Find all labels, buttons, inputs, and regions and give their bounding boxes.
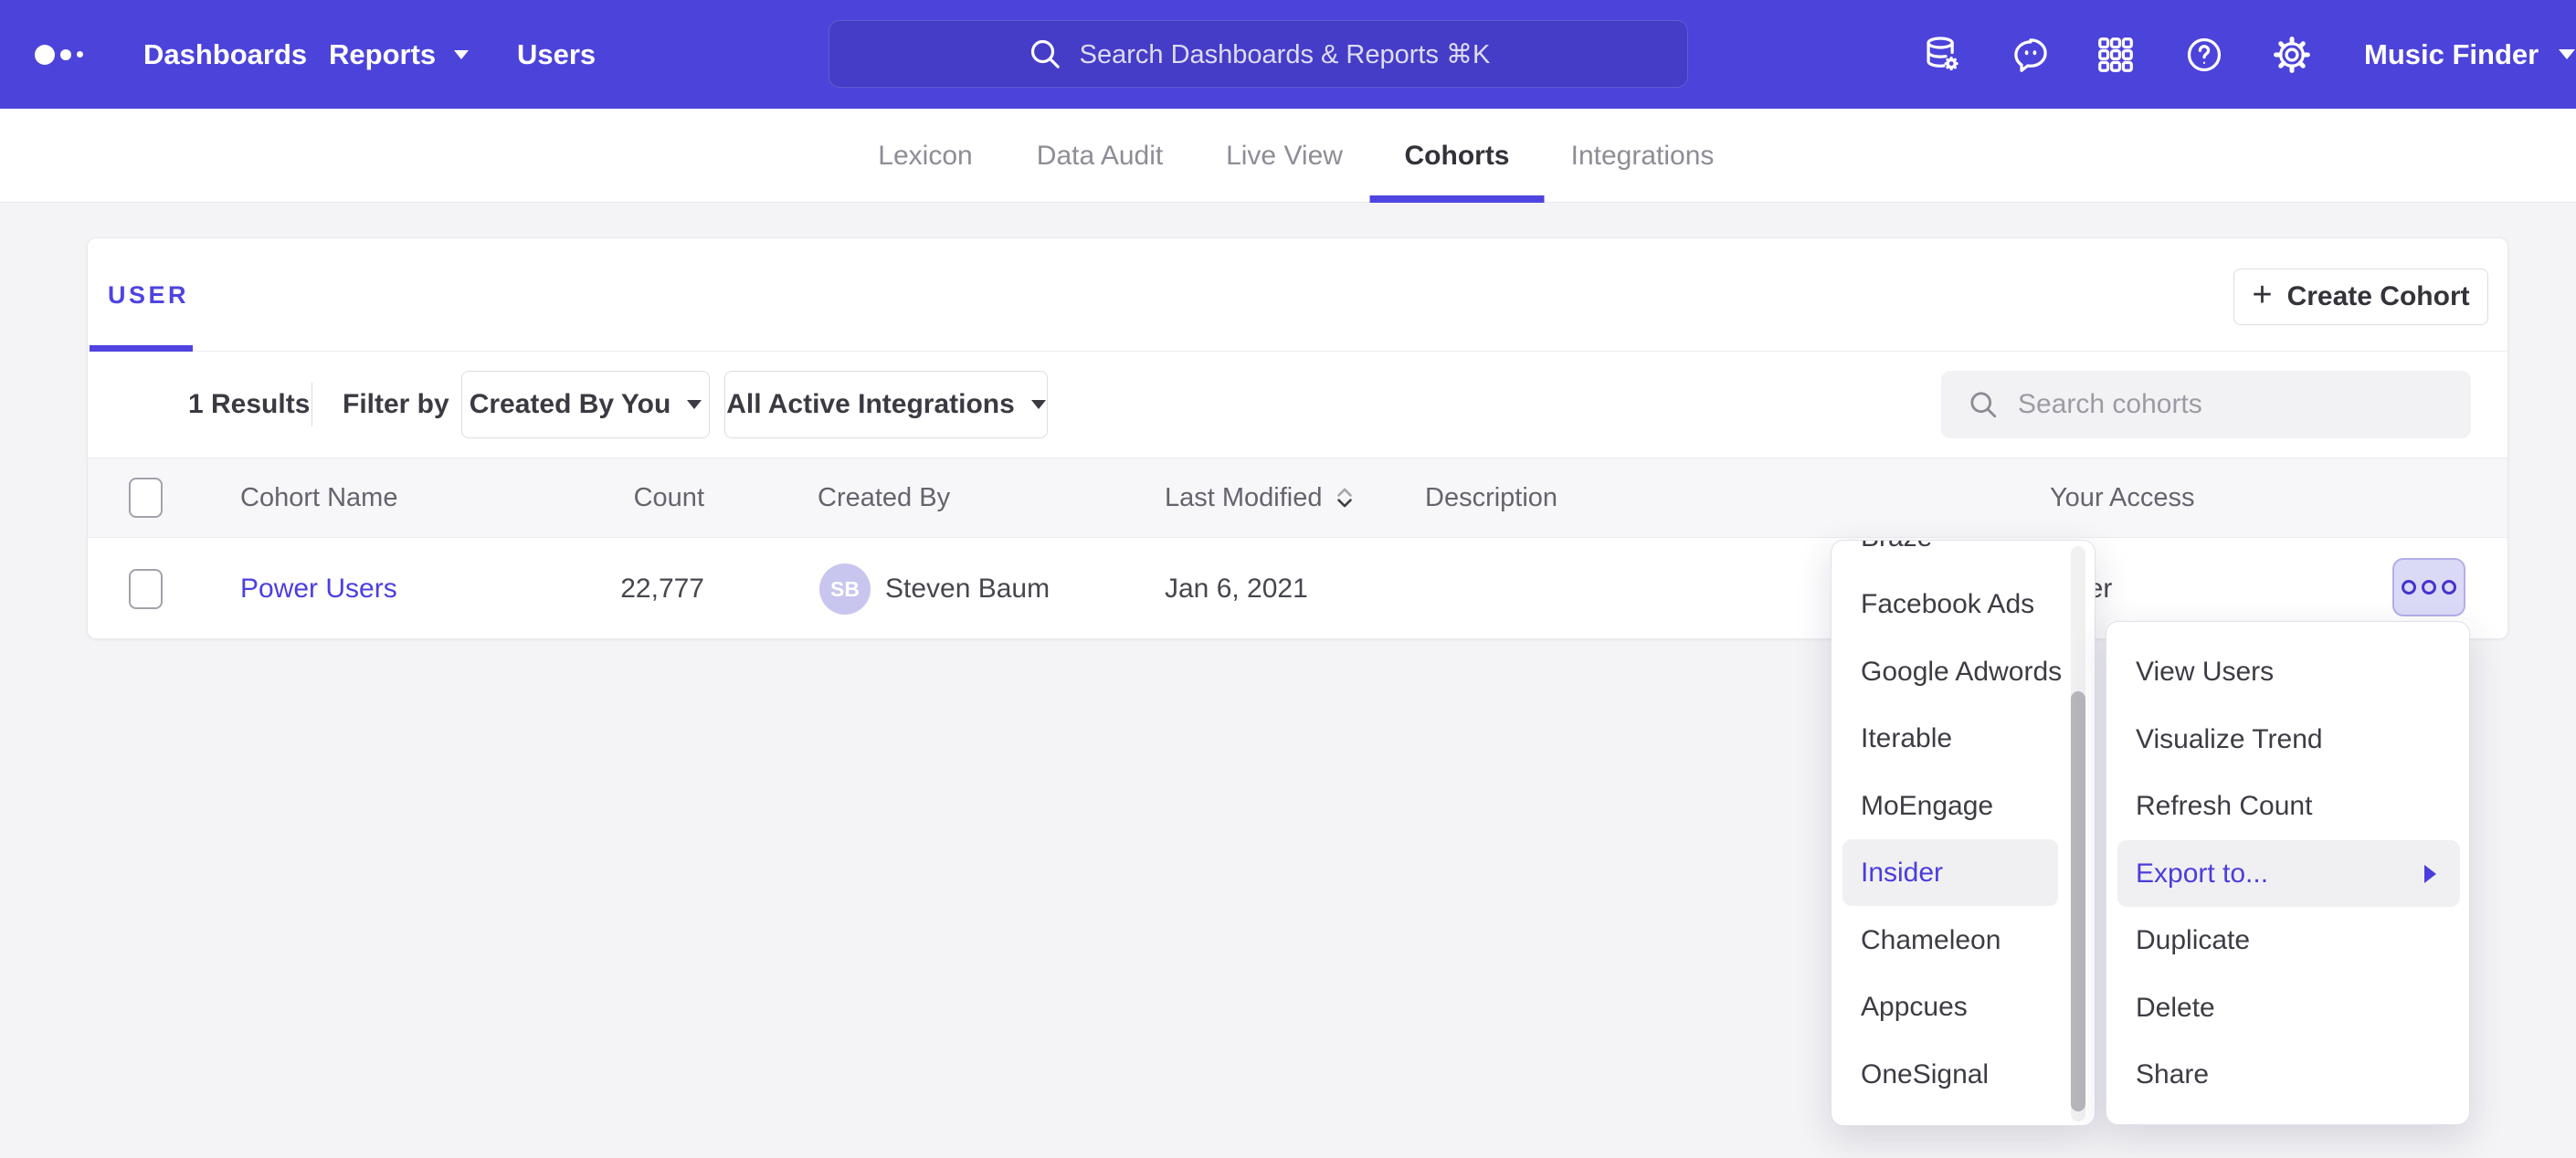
tab-label: USER xyxy=(108,281,189,310)
avatar: SB xyxy=(819,563,871,615)
menu-item-moengage[interactable]: MoEngage xyxy=(1832,773,2095,839)
dot-icon xyxy=(2442,580,2456,595)
results-count: 1 Results xyxy=(188,352,310,458)
cohort-search-input[interactable] xyxy=(1941,371,2471,438)
dot-icon xyxy=(2402,580,2416,595)
tab-lexicon[interactable]: Lexicon xyxy=(878,109,972,203)
feedback-icon[interactable] xyxy=(2010,34,2052,76)
select-all-checkbox[interactable] xyxy=(129,478,163,518)
divider xyxy=(311,383,312,426)
tab-label: Live View xyxy=(1226,141,1343,172)
menu-item-onesignal[interactable]: OneSignal xyxy=(1832,1041,2095,1108)
filter-created-by-dropdown[interactable]: Created By You xyxy=(461,371,710,438)
section-tab-bar: Lexicon Data Audit Live View Cohorts Int… xyxy=(0,109,2576,203)
dot-icon xyxy=(2422,580,2436,595)
active-tab-underline xyxy=(90,345,193,352)
menu-item-refresh-count[interactable]: Refresh Count xyxy=(2106,773,2469,839)
menu-item-braze[interactable]: Braze xyxy=(1832,540,2095,571)
menu-item-share[interactable]: Share xyxy=(2106,1041,2469,1108)
global-search-button[interactable]: Search Dashboards & Reports ⌘K xyxy=(829,20,1688,88)
menu-item-duplicate[interactable]: Duplicate xyxy=(2106,907,2469,974)
nav-item-dashboards[interactable]: Dashboards xyxy=(143,0,307,109)
data-settings-icon[interactable] xyxy=(1921,34,1963,76)
cohort-search-box xyxy=(1941,371,2471,438)
nav-item-label: Users xyxy=(517,38,596,71)
app-root: Dashboards Reports Users Search Dashboar… xyxy=(0,0,2576,1158)
submenu-arrow-icon xyxy=(2424,865,2436,883)
tab-label: Lexicon xyxy=(878,141,972,172)
created-by-name: Steven Baum xyxy=(885,538,1050,639)
logo-dot-large xyxy=(35,45,55,65)
tab-label: Data Audit xyxy=(1037,141,1163,172)
chevron-down-icon xyxy=(2559,49,2575,59)
filter-integrations-dropdown[interactable]: All Active Integrations xyxy=(724,371,1048,438)
button-label: Create Cohort xyxy=(2287,281,2470,312)
chevron-down-icon xyxy=(454,50,469,59)
tab-label: Cohorts xyxy=(1405,141,1510,172)
menu-item-facebook-ads[interactable]: Facebook Ads xyxy=(1832,571,2095,637)
plus-icon: + xyxy=(2252,278,2272,312)
menu-item-insider[interactable]: Insider xyxy=(1842,839,2058,906)
create-cohort-button[interactable]: + Create Cohort xyxy=(2233,268,2488,325)
cohort-name-link[interactable]: Power Users xyxy=(240,574,397,605)
top-nav-bar: Dashboards Reports Users Search Dashboar… xyxy=(0,0,2576,109)
menu-item-chameleon[interactable]: Chameleon xyxy=(1832,907,2095,974)
settings-gear-icon[interactable] xyxy=(2271,34,2313,76)
menu-item-export-to[interactable]: Export to... xyxy=(2117,840,2460,907)
cohort-count: 22,777 xyxy=(549,538,704,639)
export-destinations-submenu: Braze Facebook Ads Google Adwords Iterab… xyxy=(1831,540,2096,1126)
filter-by-label: Filter by xyxy=(343,352,449,458)
menu-item-delete[interactable]: Delete xyxy=(2106,974,2469,1041)
cohorts-panel: USER + Create Cohort 1 Results Filter by… xyxy=(87,237,2508,639)
menu-item-appcues[interactable]: Appcues xyxy=(1832,974,2095,1040)
column-header-count[interactable]: Count xyxy=(549,458,704,537)
mixpanel-logo-icon[interactable] xyxy=(35,0,83,109)
column-header-created-by[interactable]: Created By xyxy=(818,458,950,537)
search-icon xyxy=(1967,388,2000,421)
search-icon xyxy=(1027,36,1063,72)
chevron-down-icon xyxy=(1031,400,1046,409)
column-header-cohort-name[interactable]: Cohort Name xyxy=(240,458,397,537)
nav-item-reports[interactable]: Reports xyxy=(329,0,469,109)
project-selector[interactable]: Music Finder xyxy=(2364,0,2575,109)
menu-item-visualize-trend[interactable]: Visualize Trend xyxy=(2106,706,2469,773)
help-icon[interactable] xyxy=(2183,34,2225,76)
nav-item-users[interactable]: Users xyxy=(517,0,596,109)
cohort-type-header: USER + Create Cohort xyxy=(88,238,2507,352)
filter-toolbar: 1 Results Filter by Created By You All A… xyxy=(88,352,2507,458)
menu-item-label: Export to... xyxy=(2136,858,2268,890)
tab-user-cohorts[interactable]: USER xyxy=(108,238,189,352)
row-checkbox[interactable] xyxy=(129,569,163,609)
apps-grid-icon[interactable] xyxy=(2095,34,2137,76)
logo-dot-medium xyxy=(60,49,71,60)
menu-item-google-adwords[interactable]: Google Adwords xyxy=(1832,638,2095,705)
tab-label: Integrations xyxy=(1571,141,1715,172)
sort-icon[interactable] xyxy=(1334,486,1356,510)
column-header-your-access[interactable]: Your Access xyxy=(2050,458,2195,537)
menu-item-iterable[interactable]: Iterable xyxy=(1832,705,2095,772)
column-header-last-modified[interactable]: Last Modified xyxy=(1165,458,1356,537)
last-modified-date: Jan 6, 2021 xyxy=(1165,538,1308,639)
row-actions-menu: View Users Visualize Trend Refresh Count… xyxy=(2106,621,2470,1125)
tab-live-view[interactable]: Live View xyxy=(1226,109,1343,203)
row-actions-button[interactable] xyxy=(2392,558,2465,616)
column-header-description[interactable]: Description xyxy=(1425,458,1557,537)
table-header: Cohort Name Count Created By Last Modifi… xyxy=(88,458,2507,538)
menu-item-view-users[interactable]: View Users xyxy=(2106,638,2469,705)
global-search-placeholder: Search Dashboards & Reports ⌘K xyxy=(1080,38,1491,70)
nav-item-label: Dashboards xyxy=(143,38,307,71)
dropdown-label: Created By You xyxy=(470,389,671,420)
submenu-scrollbar-thumb[interactable] xyxy=(2071,691,2085,1111)
tab-integrations[interactable]: Integrations xyxy=(1571,109,1715,203)
logo-dot-small xyxy=(77,51,83,58)
dropdown-label: All Active Integrations xyxy=(726,389,1015,420)
chevron-down-icon xyxy=(687,400,702,409)
tab-cohorts[interactable]: Cohorts xyxy=(1405,109,1510,203)
nav-item-label: Reports xyxy=(329,38,436,71)
tab-data-audit[interactable]: Data Audit xyxy=(1037,109,1163,203)
project-name: Music Finder xyxy=(2364,38,2539,71)
column-label: Last Modified xyxy=(1165,483,1323,513)
